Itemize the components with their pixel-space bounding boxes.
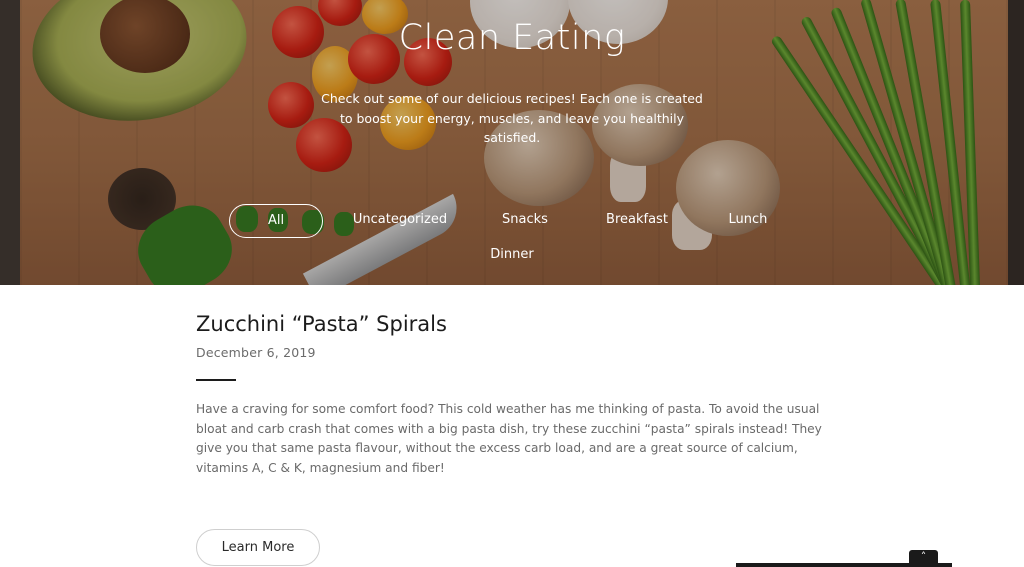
scroll-to-top-button[interactable]: ˄ <box>909 550 938 567</box>
post-date: December 6, 2019 <box>196 345 316 360</box>
post-excerpt: Have a craving for some comfort food? Th… <box>196 402 822 475</box>
category-filter-bar: All Uncategorized Snacks Breakfast Lunch… <box>0 0 1024 285</box>
title-divider <box>196 379 236 381</box>
filter-lunch[interactable]: Lunch <box>716 210 780 230</box>
filter-dinner[interactable]: Dinner <box>478 245 546 265</box>
hero-banner: Clean Eating Check out some of our delic… <box>0 0 1024 285</box>
filter-all[interactable]: All <box>229 204 323 238</box>
learn-more-button[interactable]: Learn More <box>196 529 320 566</box>
filter-breakfast[interactable]: Breakfast <box>596 210 678 230</box>
post-title[interactable]: Zucchini “Pasta” Spirals <box>196 312 447 336</box>
filter-snacks[interactable]: Snacks <box>486 210 564 230</box>
filter-uncategorized[interactable]: Uncategorized <box>344 210 456 230</box>
chevron-up-icon: ˄ <box>920 550 927 563</box>
